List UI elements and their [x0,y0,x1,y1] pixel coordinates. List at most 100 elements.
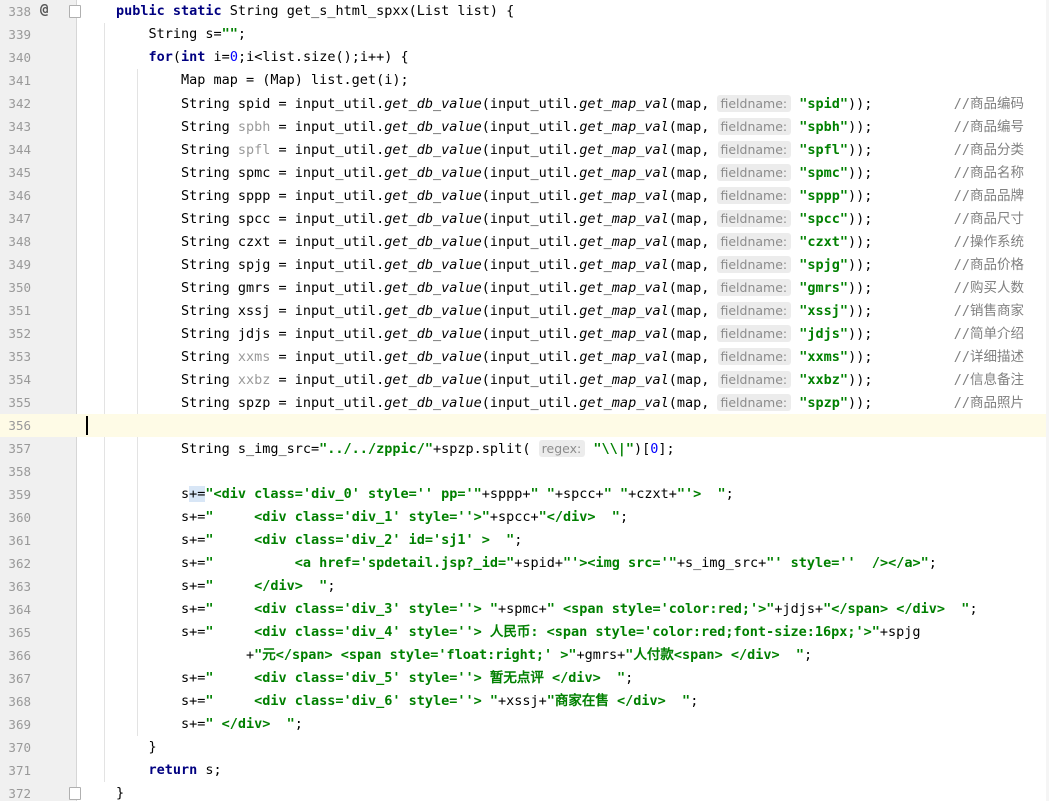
code-text[interactable]: s+=" </div> "; [181,575,335,598]
code-line[interactable]: 344 String spfl = input_util.get_db_value… [0,138,1049,161]
indent-guide [104,460,105,483]
code-text[interactable]: String jdjs = input_util.get_db_value(in… [181,322,1024,346]
code-text[interactable]: s+=" <div class='div_3' style=''> "+spmc… [181,598,978,621]
indent-guide [104,92,105,115]
code-text[interactable]: s+=" <a href='spdetail.jsp?_id="+spid+"'… [181,552,937,575]
code-text[interactable]: s+="<div class='div_0' style='' pp='"+sp… [181,483,734,506]
code-text[interactable]: s+=" </div> "; [181,713,303,736]
code-line[interactable]: 363 s+=" </div> "; [0,575,1049,598]
code-line[interactable]: 365 s+=" <div class='div_4' style=''> 人民币… [0,621,1049,644]
code-line[interactable]: 357 String s_img_src="../../zppic/"+spzp.… [0,437,1049,460]
fold-toggle-icon[interactable] [69,5,81,18]
code-text[interactable]: String spzp = input_util.get_db_value(in… [181,391,1024,415]
code-line[interactable]: 345 String spmc = input_util.get_db_value… [0,161,1049,184]
code-text[interactable]: s+=" <div class='div_2' id='sj1' > "; [181,529,522,552]
code-line[interactable]: 370} [0,736,1049,759]
code-line[interactable]: 350 String gmrs = input_util.get_db_value… [0,276,1049,299]
code-text[interactable]: String spid = input_util.get_db_value(in… [181,92,1024,116]
code-line[interactable]: 361 s+=" <div class='div_2' id='sj1' > "; [0,529,1049,552]
code-text[interactable]: } [149,736,157,759]
code-token: get_db_value [384,96,482,112]
code-line[interactable]: 366 +"元</span> <span style='float:right;… [0,644,1049,667]
code-line[interactable]: 347 String spcc = input_util.get_db_value… [0,207,1049,230]
code-line[interactable]: 340 for(int i=0;i<list.size();i++) { [0,46,1049,69]
code-token: ; [690,693,699,709]
code-text[interactable]: +"元</span> <span style='float:right;' >"… [181,644,812,667]
code-text[interactable]: s+=" <div class='div_1' style=''>"+spcc+… [181,506,628,529]
keyword: public static [116,3,230,19]
code-text[interactable]: String spmc = input_util.get_db_value(in… [181,161,1024,185]
code-line[interactable]: 339 String s=""; [0,23,1049,46]
code-text[interactable]: for(int i=0;i<list.size();i++) { [149,46,409,69]
code-comment: //销售商家 [872,303,1024,319]
string-literal: "../../zppic/" [319,441,433,457]
code-line[interactable]: 352 String jdjs = input_util.get_db_value… [0,322,1049,345]
indent-guide [104,69,105,92]
code-text[interactable]: public static String get_s_html_spxx(Lis… [116,0,514,23]
code-token: (input_util. [481,303,580,319]
code-text[interactable]: String spfl = input_util.get_db_value(in… [181,138,1024,162]
code-text[interactable]: Map map = (Map) list.get(i); [181,69,409,92]
code-editor[interactable]: 338 @ public static String get_s_html_spxx… [0,0,1049,801]
code-line[interactable]: 338 @ public static String get_s_html_spxx… [0,0,1049,23]
indent-guide [137,713,138,736]
code-line[interactable]: 354 String xxbz = input_util.get_db_value… [0,368,1049,391]
code-text[interactable]: String spbh = input_util.get_db_value(in… [181,115,1024,139]
code-line[interactable]: 342 String spid = input_util.get_db_value… [0,92,1049,115]
code-text[interactable]: String xxms = input_util.get_db_value(in… [181,345,1024,369]
code-line[interactable]: 368 s+=" <div class='div_6' style=''> "+x… [0,690,1049,713]
fold-toggle-icon[interactable] [69,787,81,800]
code-token: (input_util. [481,395,580,411]
override-marker-icon[interactable]: @ [40,0,60,23]
code-line[interactable]: 358 [0,460,1049,483]
indent-guide [104,253,105,276]
code-line[interactable]: 372} [0,782,1049,801]
string-literal: "jdjs" [799,326,849,342]
code-comment: //购买人数 [872,280,1024,296]
code-line[interactable]: 356 [0,414,1049,437]
code-text[interactable]: String gmrs = input_util.get_db_value(in… [181,276,1024,300]
code-text[interactable]: String xxbz = input_util.get_db_value(in… [181,368,1024,392]
line-number: 368 [8,694,31,709]
code-text[interactable]: return s; [149,759,222,782]
line-number: 338 [8,4,31,19]
line-number: 363 [8,579,31,594]
code-text[interactable]: } [116,782,124,801]
code-line[interactable]: 359 s+="<div class='div_0' style='' pp='"… [0,483,1049,506]
code-line[interactable]: 343 String spbh = input_util.get_db_value… [0,115,1049,138]
code-line[interactable]: 348 String czxt = input_util.get_db_value… [0,230,1049,253]
indent-guide [137,575,138,598]
code-comment: //商品分类 [872,142,1024,158]
code-line[interactable]: 341 Map map = (Map) list.get(i); [0,69,1049,92]
code-line[interactable]: 364 s+=" <div class='div_3' style=''> "+s… [0,598,1049,621]
code-text[interactable]: String czxt = input_util.get_db_value(in… [181,230,1024,254]
code-line[interactable]: 346 String sppp = input_util.get_db_value… [0,184,1049,207]
code-token: String s= [148,26,222,42]
code-line[interactable]: 349 String spjg = input_util.get_db_value… [0,253,1049,276]
code-text[interactable]: String s_img_src="../../zppic/"+spzp.spl… [181,437,675,461]
code-text[interactable]: String spcc = input_util.get_db_value(in… [181,207,1024,231]
code-text[interactable]: String xssj = input_util.get_db_value(in… [181,299,1024,323]
code-token: Map map = (Map) list.get(i); [181,72,409,88]
code-token: get_map_val [579,211,669,227]
code-token: (input_util. [481,211,580,227]
string-literal: "xssj" [799,303,849,319]
code-line[interactable]: 367 s+=" <div class='div_5' style=''> 暂无点… [0,667,1049,690]
code-line[interactable]: 353 String xxms = input_util.get_db_value… [0,345,1049,368]
code-text[interactable]: s+=" <div class='div_5' style=''> 暂无点评 <… [181,667,633,690]
indent-guide [104,391,105,414]
code-text[interactable]: s+=" <div class='div_6' style=''> "+xssj… [181,690,698,713]
string-literal: "spfl" [799,142,849,158]
code-line[interactable]: 371 return s; [0,759,1049,782]
code-line[interactable]: 360 s+=" <div class='div_1' style=''>"+sp… [0,506,1049,529]
code-text[interactable]: String s=""; [149,23,247,46]
code-text[interactable]: String spjg = input_util.get_db_value(in… [181,253,1024,277]
code-line[interactable]: 355 String spzp = input_util.get_db_value… [0,391,1049,414]
code-line[interactable]: 362 s+=" <a href='spdetail.jsp?_id="+spid… [0,552,1049,575]
indent-guide [104,207,105,230]
code-text[interactable]: String sppp = input_util.get_db_value(in… [181,184,1024,208]
indent-guide [104,23,105,46]
code-line[interactable]: 351 String xssj = input_util.get_db_value… [0,299,1049,322]
code-line[interactable]: 369 s+=" </div> "; [0,713,1049,736]
code-text[interactable]: s+=" <div class='div_4' style=''> 人民币: <… [181,621,921,644]
